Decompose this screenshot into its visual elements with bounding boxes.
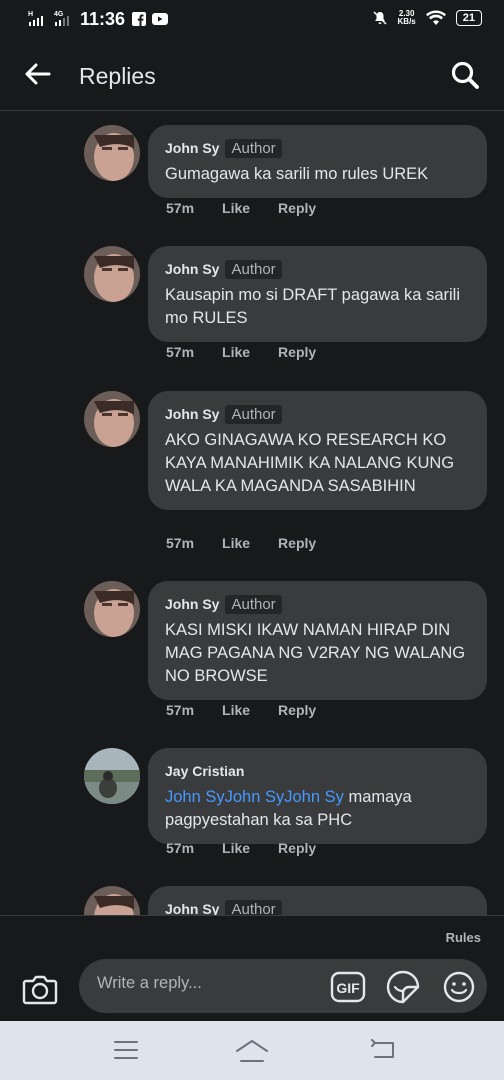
comment-bubble[interactable]: John Sy Author Gumagawa ka sarili mo rul… xyxy=(148,125,487,198)
mention-link[interactable]: John SyJohn SyJohn Sy xyxy=(165,788,344,806)
youtube-icon xyxy=(152,13,168,25)
gif-icon[interactable]: GIF xyxy=(330,971,366,1003)
camera-icon[interactable] xyxy=(22,973,58,1005)
like-button[interactable]: Like xyxy=(222,840,250,856)
comment-actions: 57m Like Reply xyxy=(166,344,344,360)
reply-button[interactable]: Reply xyxy=(278,535,316,551)
gif-label: GIF xyxy=(336,980,360,996)
timestamp: 57m xyxy=(166,702,195,718)
comment-actions: 57m Like Reply xyxy=(166,702,344,718)
network-h-label: H xyxy=(28,11,33,18)
emoji-icon[interactable] xyxy=(442,970,476,1004)
avatar[interactable] xyxy=(84,125,140,181)
author-badge: Author xyxy=(225,404,282,424)
back-nav-icon[interactable] xyxy=(371,1039,397,1061)
reply-input-container[interactable]: GIF xyxy=(79,959,487,1013)
author-badge: Author xyxy=(225,138,282,158)
comment-text: Gumagawa ka sarili mo rules UREK xyxy=(165,165,429,183)
author-name[interactable]: John Sy xyxy=(165,406,219,422)
comment-bubble[interactable]: John Sy Author Kausapin mo si DRAFT paga… xyxy=(148,246,487,342)
menu-icon[interactable] xyxy=(114,1039,138,1061)
comment-actions: 57m Like Reply xyxy=(166,200,344,216)
author-name[interactable]: John Sy xyxy=(165,596,219,612)
reply-composer: Rules GIF xyxy=(0,915,504,1022)
home-icon[interactable] xyxy=(235,1039,269,1063)
reply-button[interactable]: Reply xyxy=(278,840,316,856)
system-nav-bar xyxy=(0,1021,504,1080)
like-button[interactable]: Like xyxy=(222,344,250,360)
avatar[interactable] xyxy=(84,748,140,804)
reply-button[interactable]: Reply xyxy=(278,702,316,718)
arrow-left-icon[interactable] xyxy=(24,62,52,86)
comment-text: Kausapin mo si DRAFT pagawa ka sarili mo… xyxy=(165,286,460,327)
status-right: 2.30 KB/s 21 xyxy=(372,10,482,26)
comment-bubble[interactable]: John Sy Author KASI MISKI IKAW NAMAN HIR… xyxy=(148,581,487,700)
replies-list[interactable]: John Sy Author Gumagawa ka sarili mo rul… xyxy=(0,111,504,915)
header: Replies xyxy=(0,40,504,111)
author-name[interactable]: John Sy xyxy=(165,140,219,156)
status-bar: H 4G 11:36 2.30 KB/s 21 xyxy=(0,0,504,40)
comment-text: AKO GINAGAWA KO RESEARCH KO KAYA MANAHIM… xyxy=(165,431,455,495)
avatar[interactable] xyxy=(84,246,140,302)
speed-unit: KB/s xyxy=(397,17,416,26)
reply-button[interactable]: Reply xyxy=(278,200,316,216)
comment-actions: 57m Like Reply xyxy=(166,840,344,856)
comment-bubble[interactable]: Jay Cristian John SyJohn SyJohn Sy mamay… xyxy=(148,748,487,844)
rules-link[interactable]: Rules xyxy=(446,930,481,945)
timestamp: 57m xyxy=(166,344,195,360)
page-title: Replies xyxy=(79,63,156,89)
timestamp: 57m xyxy=(166,840,195,856)
reply-input[interactable] xyxy=(95,973,319,994)
timestamp: 57m xyxy=(166,535,195,551)
like-button[interactable]: Like xyxy=(222,702,250,718)
battery-indicator: 21 xyxy=(455,10,482,26)
search-icon[interactable] xyxy=(450,60,480,90)
avatar[interactable] xyxy=(84,886,140,915)
notification-icons xyxy=(132,12,168,26)
like-button[interactable]: Like xyxy=(222,535,250,551)
signal-1-icon: H xyxy=(28,11,43,26)
sticker-icon[interactable] xyxy=(386,970,420,1004)
avatar[interactable] xyxy=(84,391,140,447)
comment-text: John SyJohn SyJohn Sy mamaya pagpyestaha… xyxy=(165,786,469,832)
network-4g-label: 4G xyxy=(54,11,64,18)
signal-indicators: H 4G xyxy=(28,10,76,26)
comment-bubble[interactable]: John Sy Author xyxy=(148,886,487,915)
avatar[interactable] xyxy=(84,581,140,637)
mute-icon xyxy=(372,11,387,25)
reply-button[interactable]: Reply xyxy=(278,344,316,360)
author-name[interactable]: John Sy xyxy=(165,261,219,277)
author-name[interactable]: John Sy xyxy=(165,901,219,915)
comment-bubble[interactable]: John Sy Author AKO GINAGAWA KO RESEARCH … xyxy=(148,391,487,510)
wifi-icon xyxy=(425,10,446,25)
clock: 11:36 xyxy=(80,9,126,29)
author-badge: Author xyxy=(225,259,282,279)
comment-text: KASI MISKI IKAW NAMAN HIRAP DIN MAG PAGA… xyxy=(165,621,466,685)
timestamp: 57m xyxy=(166,200,195,216)
author-badge: Author xyxy=(225,899,282,915)
author-name[interactable]: Jay Cristian xyxy=(165,763,244,779)
like-button[interactable]: Like xyxy=(222,200,250,216)
author-badge: Author xyxy=(225,594,282,614)
network-speed: 2.30 KB/s xyxy=(398,10,416,26)
comment-actions: 57m Like Reply xyxy=(166,535,344,551)
signal-2-icon: 4G xyxy=(54,11,69,26)
facebook-icon xyxy=(132,12,146,26)
